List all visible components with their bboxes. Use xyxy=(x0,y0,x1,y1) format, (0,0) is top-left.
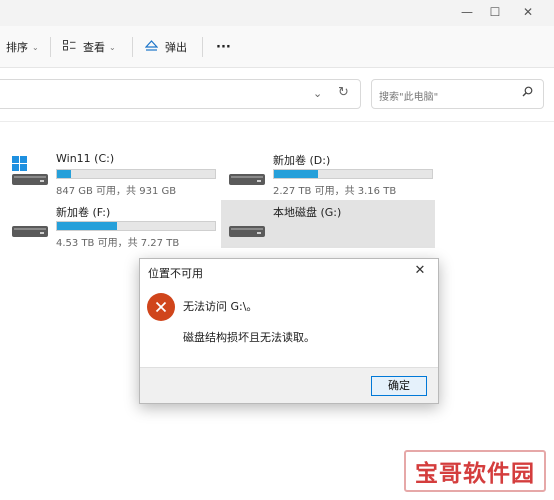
search-icon[interactable] xyxy=(522,86,533,100)
drive-usage-bar xyxy=(56,221,216,231)
search-box[interactable]: 搜索"此电脑" xyxy=(371,79,544,109)
sort-button[interactable]: 排序 ⌄ xyxy=(6,36,39,58)
drive-name: Win11 (C:) xyxy=(56,152,115,165)
sort-label: 排序 xyxy=(6,41,28,54)
drive-usage-fill xyxy=(274,170,319,178)
dialog-message-primary: 无法访问 G:\。 xyxy=(183,300,258,313)
refresh-icon[interactable]: ↻ xyxy=(338,85,349,100)
drive-item-c[interactable]: Win11 (C:) 847 GB 可用，共 931 GB xyxy=(4,148,218,197)
dialog-footer: 确定 xyxy=(140,367,438,403)
view-icon xyxy=(63,40,76,54)
toolbar-divider xyxy=(132,37,133,57)
eject-icon xyxy=(144,39,159,55)
drive-usage-bar xyxy=(273,169,433,179)
close-window-button[interactable]: ✕ xyxy=(513,4,543,20)
drive-item-g[interactable]: 本地磁盘 (G:) xyxy=(221,200,435,248)
toolbar-divider xyxy=(50,37,51,57)
more-icon: ··· xyxy=(216,39,231,55)
drive-usage-fill xyxy=(57,170,72,178)
address-bar[interactable]: ⌄ ↻ xyxy=(0,79,361,109)
eject-button[interactable]: 弹出 xyxy=(144,36,187,58)
more-options-button[interactable]: ··· xyxy=(216,36,231,58)
watermark-logo: 宝哥软件园 xyxy=(404,450,546,492)
view-button[interactable]: 查看 ⌄ xyxy=(63,36,116,58)
dialog-close-button[interactable]: ✕ xyxy=(412,263,428,279)
eject-label: 弹出 xyxy=(165,41,187,54)
drive-item-f[interactable]: 新加卷 (F:) 4.53 TB 可用，共 7.27 TB xyxy=(4,200,218,249)
drive-usage-bar xyxy=(56,169,216,179)
chevron-down-icon: ⌄ xyxy=(109,42,116,52)
drive-size: 847 GB 可用，共 931 GB xyxy=(56,186,177,197)
drive-icon xyxy=(229,208,267,240)
ok-button[interactable]: 确定 xyxy=(371,376,427,396)
command-bar: 排序 ⌄ 查看 ⌄ 弹出 ··· xyxy=(0,26,554,68)
error-icon xyxy=(147,293,175,321)
drive-usage-fill xyxy=(57,222,118,230)
chevron-down-icon[interactable]: ⌄ xyxy=(313,87,322,100)
view-label: 查看 xyxy=(83,41,105,54)
error-dialog: 位置不可用 ✕ 无法访问 G:\。 磁盘结构损坏且无法读取。 确定 xyxy=(139,258,439,404)
drive-name: 新加卷 (D:) xyxy=(273,154,331,167)
dialog-message-detail: 磁盘结构损坏且无法读取。 xyxy=(183,331,315,344)
drive-size: 4.53 TB 可用，共 7.27 TB xyxy=(56,238,180,249)
drive-name: 新加卷 (F:) xyxy=(56,206,111,219)
windows-drive-icon xyxy=(12,156,50,188)
title-bar: — ☐ ✕ xyxy=(0,0,554,26)
drive-icon xyxy=(12,208,50,240)
drive-item-d[interactable]: 新加卷 (D:) 2.27 TB 可用，共 3.16 TB xyxy=(221,148,435,197)
drive-name: 本地磁盘 (G:) xyxy=(273,206,342,219)
minimize-button[interactable]: — xyxy=(452,4,482,20)
chevron-down-icon: ⌄ xyxy=(32,42,39,52)
drive-size: 2.27 TB 可用，共 3.16 TB xyxy=(273,186,397,197)
dialog-title: 位置不可用 xyxy=(148,267,203,280)
search-placeholder: 搜索"此电脑" xyxy=(379,92,439,103)
drive-icon xyxy=(229,156,267,188)
maximize-button[interactable]: ☐ xyxy=(480,4,510,20)
toolbar-divider xyxy=(202,37,203,57)
